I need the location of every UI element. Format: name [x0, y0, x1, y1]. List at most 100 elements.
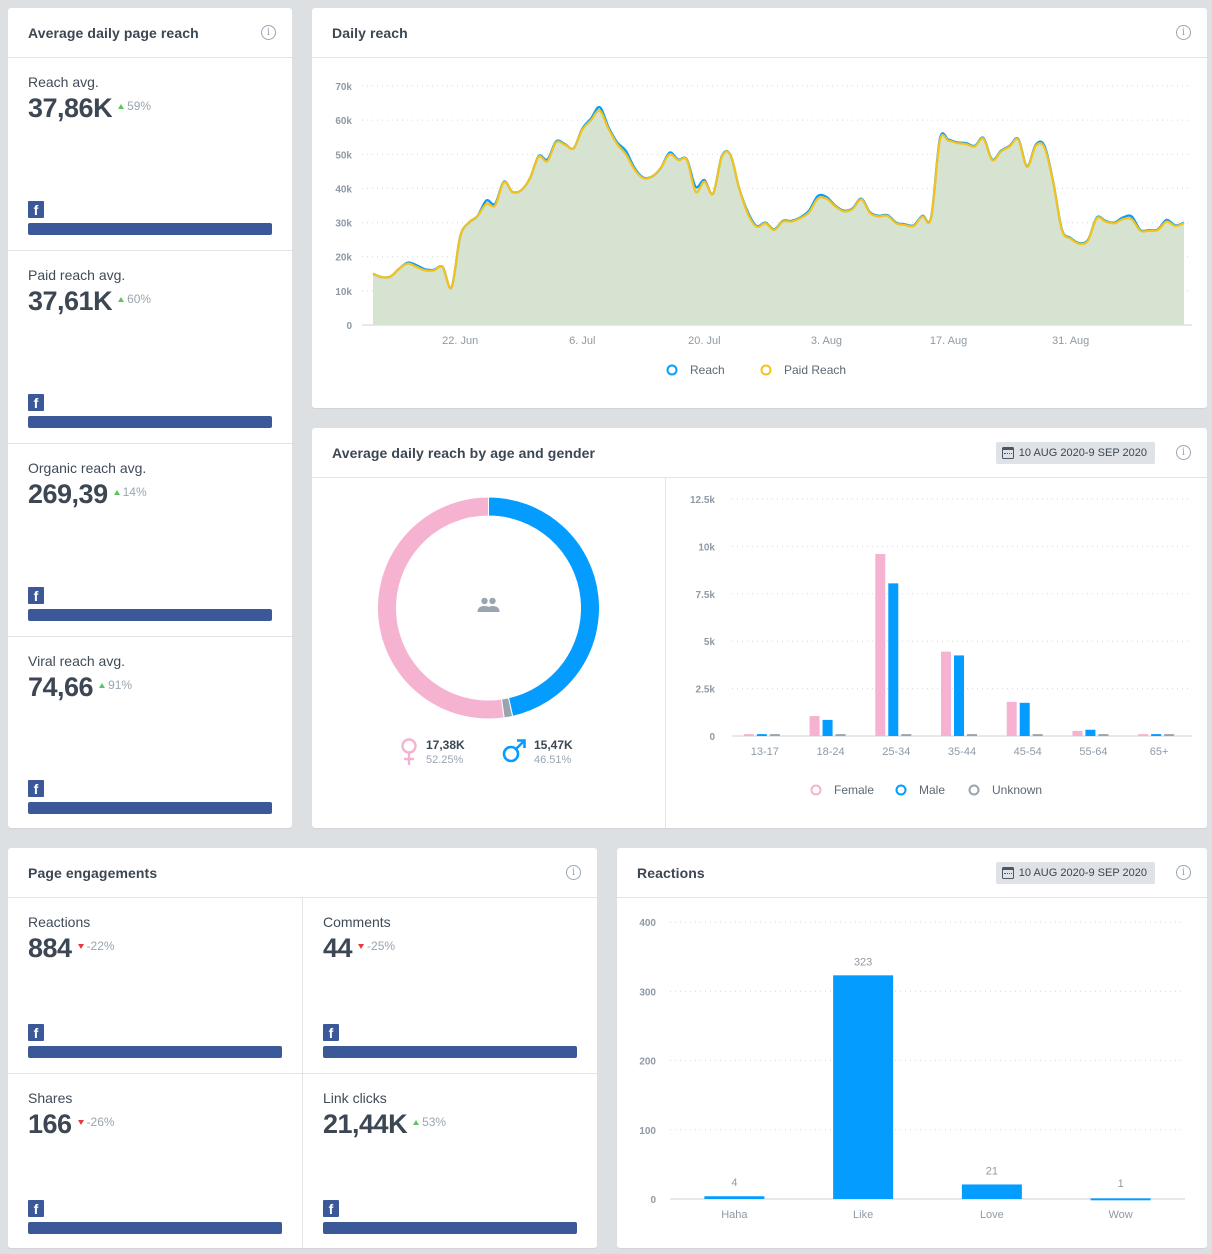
y-tick-label: 0 [346, 321, 352, 332]
legend-item[interactable]: Unknown [968, 783, 1043, 797]
delta-percent: -25% [367, 939, 396, 953]
x-tick-label: 25-34 [882, 746, 910, 758]
reach-area [373, 107, 1184, 325]
legend-marker-icon [666, 364, 678, 376]
metric-delta: 91% [99, 678, 132, 692]
bar-female[interactable] [875, 553, 886, 736]
legend-marker-icon [895, 784, 907, 796]
facebook-share-bar [28, 223, 272, 235]
bar-unknown[interactable] [1032, 734, 1043, 736]
legend-marker-icon [810, 784, 822, 796]
card-header: Page engagements i [8, 848, 597, 898]
bar-male[interactable] [1019, 702, 1030, 736]
x-tick-label: Love [980, 1209, 1004, 1221]
metric-tile: Link clicks 21,44K 53% [303, 1074, 597, 1139]
card-title: Average daily page reach [28, 24, 199, 41]
y-tick-label: 200 [639, 1057, 656, 1068]
info-icon[interactable]: i [1176, 865, 1191, 880]
bar-male[interactable] [822, 719, 833, 736]
facebook-share-bar [28, 609, 272, 621]
date-range-chip[interactable]: 10 AUG 2020-9 SEP 2020 [995, 862, 1155, 884]
bar-female[interactable] [743, 734, 754, 736]
facebook-share-bar [28, 416, 272, 428]
bar-female[interactable] [1006, 701, 1017, 736]
metric-row: 884 -22% [28, 933, 282, 963]
metric-label: Link clicks [323, 1090, 387, 1106]
info-icon[interactable]: i [261, 25, 276, 40]
legend-label: Female [834, 783, 874, 797]
metric-row: 269,39 14% [28, 479, 272, 509]
x-tick-label: 22. Jun [442, 335, 478, 347]
metric-label: Organic reach avg. [28, 460, 147, 476]
metric-delta: -25% [358, 939, 395, 953]
info-icon[interactable]: i [1176, 25, 1191, 40]
x-tick-label: 20. Jul [688, 335, 720, 347]
x-tick-label: 13-17 [751, 746, 779, 758]
facebook-icon: f [323, 1024, 339, 1041]
bar-male[interactable] [954, 655, 964, 736]
male-stat: 15,47K 46.51% [502, 738, 573, 766]
info-icon[interactable]: i [566, 865, 581, 880]
legend-item[interactable]: Female [810, 783, 875, 797]
metric-value: 44 [323, 933, 353, 963]
facebook-share-bar [28, 802, 272, 814]
y-tick-label: 0 [709, 732, 715, 743]
bar-female[interactable] [809, 716, 820, 736]
reactions-card: Reactions 10 AUG 2020-9 SEP 2020 i 0 100 2… [617, 848, 1207, 1248]
legend-label: Unknown [992, 783, 1042, 797]
legend-marker-icon [760, 364, 772, 376]
bar-female[interactable] [941, 651, 951, 736]
delta-percent: 53% [422, 1115, 447, 1129]
card-title: Daily reach [332, 24, 408, 41]
legend-item[interactable]: Male [895, 783, 946, 797]
metric-label: Viral reach avg. [28, 653, 126, 669]
bar-male[interactable] [1151, 734, 1162, 736]
metric-delta: 60% [118, 292, 151, 306]
bar-male[interactable] [756, 734, 767, 736]
bar-unknown[interactable] [901, 734, 912, 736]
calendar-icon [1001, 867, 1014, 879]
metric-label: Paid reach avg. [28, 267, 126, 283]
y-tick-label: 100 [639, 1126, 656, 1137]
x-tick-label: Haha [721, 1209, 748, 1221]
metric-tile: Viral reach avg. 74,66 91% [8, 637, 292, 702]
facebook-icon: f [323, 1200, 339, 1217]
female-stat: 17,38K 52.25% [400, 738, 465, 766]
info-icon[interactable]: i [1176, 445, 1191, 460]
male-icon [502, 739, 526, 763]
y-tick-label: 7.5k [696, 590, 716, 601]
metric-value: 21,44K [323, 1109, 408, 1139]
legend-item[interactable]: Reach [666, 363, 725, 377]
metric-label: Reactions [28, 914, 91, 930]
bar-like[interactable] [833, 975, 894, 1199]
metric-row: 166 -26% [28, 1109, 282, 1139]
card-header: Average daily reach by age and gender 10… [312, 428, 1207, 478]
bar-unknown[interactable] [1098, 734, 1109, 736]
bar-love[interactable] [961, 1184, 1022, 1199]
bar-haha[interactable] [704, 1196, 765, 1199]
bar-unknown[interactable] [769, 734, 780, 736]
delta-percent: -22% [86, 939, 115, 953]
date-range-chip[interactable]: 10 AUG 2020-9 SEP 2020 [995, 442, 1155, 464]
bar-unknown[interactable] [967, 734, 977, 736]
bar-unknown[interactable] [1164, 734, 1175, 736]
data-label: 21 [986, 1165, 998, 1177]
bar-female[interactable] [1138, 734, 1149, 736]
facebook-icon: f [28, 587, 44, 604]
y-tick-label: 300 [639, 987, 656, 998]
metric-delta: 59% [118, 99, 151, 113]
data-label: 4 [731, 1177, 737, 1189]
bar-wow[interactable] [1090, 1198, 1151, 1201]
card-title: Reactions [637, 864, 705, 881]
trend-up-icon [413, 1119, 420, 1125]
bar-male[interactable] [888, 583, 899, 736]
x-tick-label: Wow [1109, 1209, 1133, 1221]
legend-item[interactable]: Paid Reach [760, 363, 847, 377]
metric-tile: Paid reach avg. 37,61K 60% [8, 251, 292, 316]
donut-slice-male[interactable] [488, 496, 600, 717]
bar-male[interactable] [1085, 729, 1096, 736]
bar-female[interactable] [1072, 730, 1083, 736]
y-tick-label: 12.5k [690, 495, 715, 506]
bar-unknown[interactable] [835, 734, 846, 736]
delta-percent: 91% [108, 678, 133, 692]
